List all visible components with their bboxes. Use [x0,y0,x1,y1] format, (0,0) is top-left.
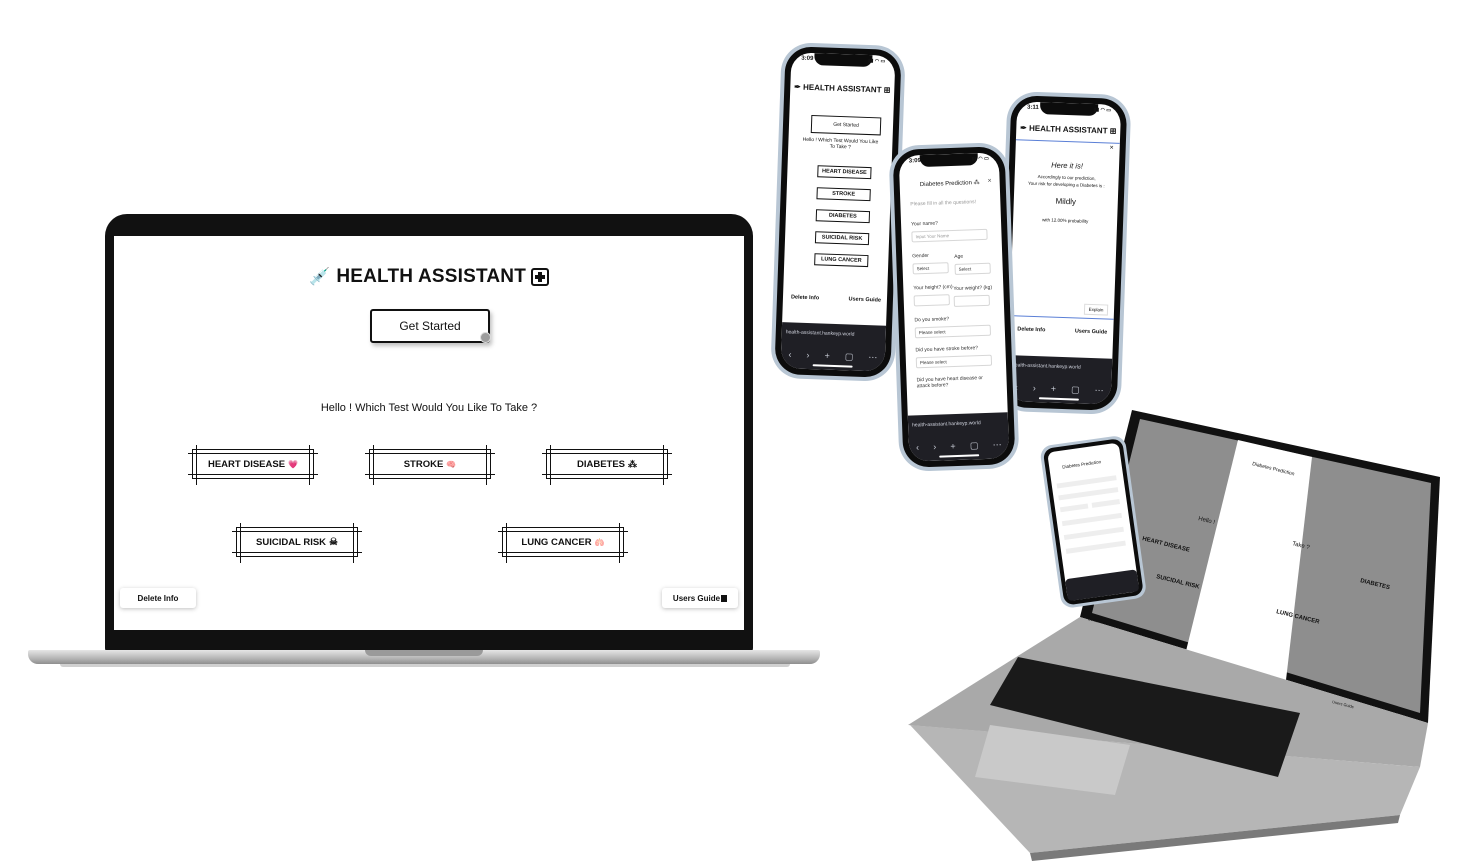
status-icons: ▮▮ ◠ ▭ [867,57,886,65]
laptop-screen: 💉 HEALTH ASSISTANT Get Started Hello ! Wh… [114,236,744,630]
smoke-label: Do you smoke? [914,316,950,324]
phone-delete-info-button[interactable]: Delete Info [791,294,819,301]
status-time: 3:09 [908,158,922,165]
book-icon [721,594,728,602]
phone-diabetes-button[interactable]: DIABETES [815,209,871,224]
explain-button[interactable]: Explain [1083,303,1109,316]
age-label: Age [954,253,964,260]
weight-input[interactable] [953,294,990,307]
risk-probability: with 12.00% probability [1041,217,1089,224]
lung-cancer-button[interactable]: LUNG CANCER 🫁 [498,523,628,563]
stroke-label: Did you have stroke before? [915,345,979,354]
syringe-icon: 💉 [308,267,331,286]
result-title: Here it is! [1051,160,1084,171]
skull-crossbones-icon: ☠ [329,536,338,548]
age-select[interactable]: Select [954,262,991,275]
stroke-button[interactable]: STROKE 🧠 [365,445,495,485]
phone-result-mockup: 3:11 ▮▮ ◠ ▭ ✒ HEALTH ASSISTANT ⊞ × Here … [996,90,1132,416]
status-icons: ▮▮ ◠ ▭ [971,155,989,163]
close-icon[interactable]: × [1109,145,1113,152]
stroke-select[interactable]: Please select [915,354,993,369]
heart-disease-button[interactable]: HEART DISEASE 💗 [188,445,318,485]
phone-page-title: ✒ HEALTH ASSISTANT ⊞ [793,82,891,95]
height-input[interactable] [913,294,950,307]
laptop-hinge-notch [365,650,483,656]
browser-nav-icons: ‹›+▢⋯ [788,349,878,363]
phone-users-guide-button[interactable]: Users Guide [1075,328,1108,335]
phone-lung-cancer-button[interactable]: LUNG CANCER [814,253,869,268]
phone-get-started-button[interactable]: Get Started [810,115,882,136]
home-indicator [812,364,853,368]
medical-plus-icon [531,268,550,286]
form-instruction: Please fill in all the questions! [910,199,977,208]
modal-top-border [1015,139,1120,144]
phone-notch [814,53,873,68]
page-title: 💉 HEALTH ASSISTANT [114,266,744,288]
status-time: 3:11 [1026,104,1039,112]
pointer-cursor [480,332,491,343]
weight-label: Your weight? (kg) [953,284,993,293]
diabetes-button[interactable]: DIABETES ⁂ [542,445,672,485]
drops-icon: ⁂ [973,180,980,187]
phone-users-guide-button[interactable]: Users Guide [848,296,881,303]
status-time: 3:09 [801,55,814,63]
users-guide-button[interactable]: Users Guide [662,588,738,608]
name-input[interactable]: Input Your Name [911,228,988,243]
syringe-icon: ✒ [1019,123,1027,133]
laptop-foot [60,664,790,667]
name-label: Your name? [910,220,938,228]
phone-notch [919,153,979,168]
lungs-icon: 🫁 [594,537,605,547]
medical-plus-icon: ⊞ [1109,126,1117,136]
phone-home-mockup: 3:09 ▮▮ ◠ ▭ ✒ HEALTH ASSISTANT ⊞ Get Sta… [770,41,906,383]
phone-stroke-button[interactable]: STROKE [816,187,871,202]
browser-url[interactable]: health-assistant.hankeyp.world [1012,359,1108,373]
result-text-2: Your risk for developing a Diabetes is : [1027,180,1105,189]
close-icon[interactable]: × [987,178,991,185]
risk-level: Mildly [1055,196,1077,207]
phone-page-title: ✒ HEALTH ASSISTANT ⊞ [1019,123,1117,136]
browser-toolbar: health-assistant.hankeyp.world ‹›+▢⋯ [780,322,887,372]
gender-select[interactable]: Select [912,262,949,275]
suicidal-risk-button[interactable]: SUICIDAL RISK ☠ [232,523,362,563]
phone-heart-disease-button[interactable]: HEART DISEASE [817,165,872,180]
brain-icon: 🧠 [446,459,457,469]
phone-delete-info-button[interactable]: Delete Info [1017,326,1045,333]
browser-url[interactable]: health-assistant.hankeyp.world [786,326,882,340]
phone-test-prompt: Hello ! Which Test Would You Like To Tak… [802,136,879,151]
medical-plus-icon: ⊞ [883,85,891,95]
modal-title: Diabetes Prediction ⁂ [919,180,980,189]
drops-icon: ⁂ [628,458,638,469]
smoke-select[interactable]: Please select [914,324,992,339]
gender-label: Gender [912,252,929,260]
get-started-button[interactable]: Get Started [370,309,490,343]
height-label: Your height? (cm) [913,284,953,292]
phone-suicidal-risk-button[interactable]: SUICIDAL RISK [814,231,870,246]
delete-info-button[interactable]: Delete Info [120,588,196,608]
modal-bottom-border [1009,315,1114,320]
status-icons: ▮▮ ◠ ▭ [1093,106,1112,114]
tilted-laptop-mockup: HEART DISEASE SUICIDAL RISK DIABETES LUN… [908,410,1440,861]
test-prompt: Hello ! Which Test Would You Like To Tak… [320,402,538,414]
syringe-icon: ✒ [793,82,801,92]
phone-notch [1039,102,1099,117]
heart-disease-label: Did you have heart disease or attack bef… [916,375,984,390]
heart-pulse-icon: 💗 [288,459,299,469]
